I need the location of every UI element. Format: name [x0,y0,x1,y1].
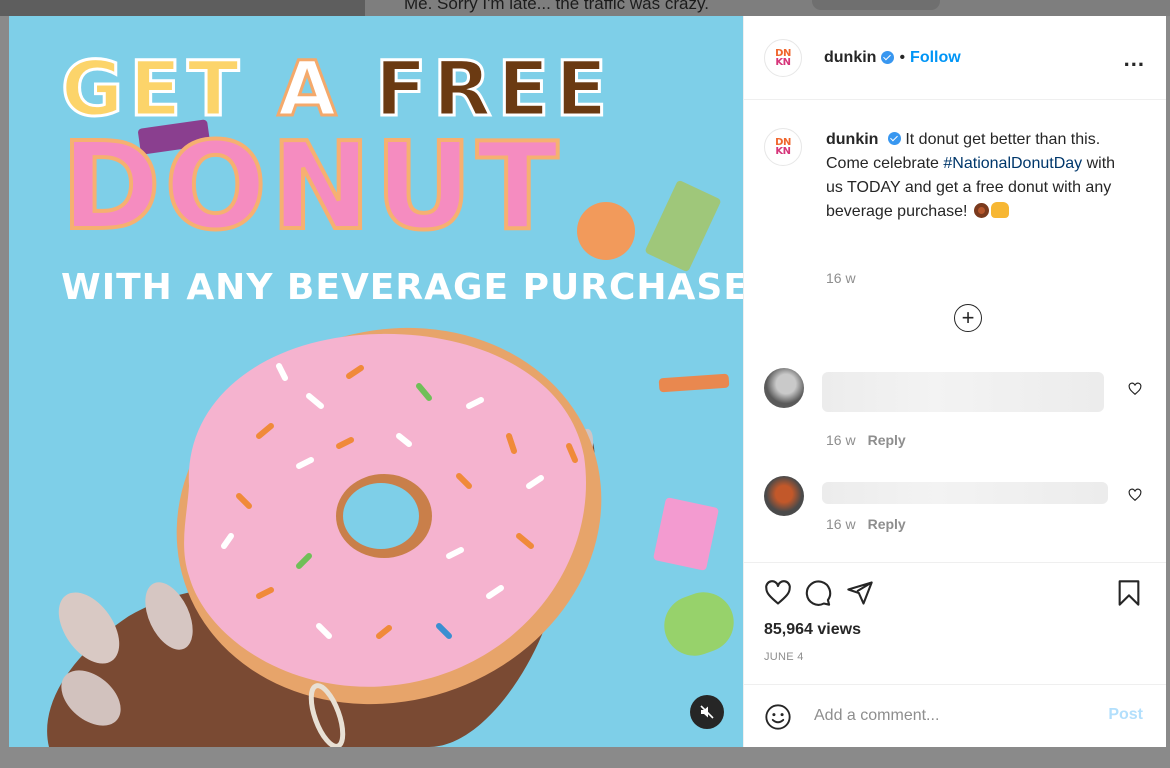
like-comment-heart-icon[interactable] [1128,382,1142,396]
logo-bottom: KN [775,56,791,68]
blurred-comment-text [822,482,1108,504]
like-comment-heart-icon[interactable] [1128,488,1142,502]
comment-input[interactable] [814,703,1074,729]
post-date[interactable]: JUNE 4 [764,651,804,663]
dunkin-logo: DN KN [775,138,791,157]
more-options-button[interactable]: ... [1124,46,1145,72]
caption-username[interactable]: dunkin [826,131,878,148]
logo-bottom: KN [775,146,791,157]
post-header: DN KN dunkin • Follow ... [744,16,1166,100]
verified-badge-icon [881,51,895,64]
header-separator: • [899,48,906,66]
reply-button[interactable]: Reply [868,516,906,532]
post-actions: 85,964 views JUNE 4 [744,562,1166,684]
hashtag-link[interactable]: #NationalDonutDay [943,155,1082,172]
donut-emoji-icon [973,203,989,218]
smiley-icon[interactable] [764,703,792,731]
header-username[interactable]: dunkin [824,49,876,67]
dunkin-logo: DN KN [775,48,791,68]
add-comment-bar: Post [744,684,1166,747]
caption-avatar[interactable]: DN KN [764,128,802,166]
post-modal: GET A FREE DONUT WITH ANY BEVERAGE PURCH… [9,16,1166,747]
headline-donut: DONUT [59,118,563,257]
view-count[interactable]: 85,964 views [764,621,861,639]
heart-icon[interactable] [764,579,792,607]
commenter-avatar[interactable] [764,476,804,516]
commenter-avatar[interactable] [764,368,804,408]
paper-plane-icon[interactable] [846,579,874,607]
load-more-comments-button[interactable]: + [954,304,982,332]
dunkin-avatar[interactable]: DN KN [764,38,802,77]
post-media[interactable]: GET A FREE DONUT WITH ANY BEVERAGE PURCH… [9,16,743,747]
background-feed: Me. Sorry I'm late... the traffic was cr… [0,0,1170,16]
post-side-panel: DN KN dunkin • Follow ... DN KN dunkin I… [743,16,1166,747]
caption-timestamp[interactable]: 16 w [826,270,856,286]
background-caption: Me. Sorry I'm late... the traffic was cr… [404,0,709,13]
post-comment-button[interactable]: Post [1108,706,1143,724]
raised-hands-emoji-icon [990,202,1009,218]
follow-button[interactable]: Follow [910,49,961,67]
blurred-comment-text [822,372,1104,412]
verified-badge-icon [887,132,901,145]
reply-button[interactable]: Reply [868,432,906,448]
headline-subtitle: WITH ANY BEVERAGE PURCHASE [61,267,743,308]
background-pill [812,0,940,10]
comment-meta: 16 w Reply [826,516,906,532]
comment-meta: 16 w Reply [826,432,906,448]
promo-headline: GET A FREE DONUT WITH ANY BEVERAGE PURCH… [59,46,743,308]
comment-timestamp[interactable]: 16 w [826,516,856,532]
comment-timestamp[interactable]: 16 w [826,432,856,448]
comment-bubble-icon[interactable] [804,579,832,607]
plus-circle-icon: + [961,305,975,330]
mute-button[interactable] [690,695,724,729]
bookmark-icon[interactable] [1116,579,1142,607]
muted-speaker-icon [700,705,714,719]
caption-text: dunkin It donut get better than this. Co… [826,128,1126,224]
background-thumbnail [0,0,365,16]
